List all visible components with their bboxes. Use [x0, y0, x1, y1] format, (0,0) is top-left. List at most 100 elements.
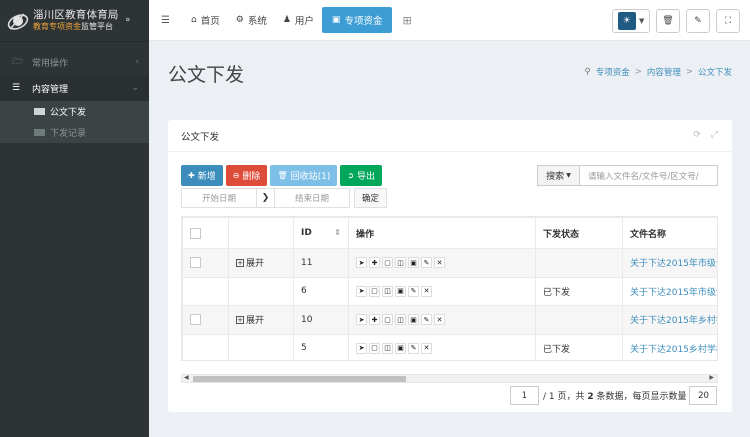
database-icon[interactable]: ◫ [395, 314, 406, 326]
database-icon[interactable]: ◫ [395, 257, 406, 269]
row-expand-cell [228, 276, 294, 306]
table-row: 5 ➤ ▢ ◫ ▣ ✎ ✕ 已下发 关于下达2015乡村学校少年宫 [182, 333, 717, 360]
expand-toggle[interactable]: + 展开 [236, 313, 264, 326]
fullscreen-button[interactable]: ⛶ [716, 9, 740, 33]
row-filename-link[interactable]: 关于下达2015年市级全面改薄 [622, 276, 717, 306]
breadcrumb-link[interactable]: 专项资金 [596, 66, 630, 78]
send-icon[interactable]: ➤ [356, 257, 367, 269]
card-icon[interactable]: ▣ [408, 257, 419, 269]
select-all-checkbox[interactable] [190, 227, 201, 239]
close-icon[interactable]: ✕ [434, 257, 445, 269]
database-icon[interactable]: ◫ [382, 342, 393, 354]
row-filename-link[interactable]: 关于下达2015年市级专项资金 [622, 248, 717, 278]
nav-special-funds[interactable]: ▣ 专项资金 [321, 7, 393, 33]
card-icon[interactable]: ▣ [408, 314, 419, 326]
logo-bar: 淄川区教育体育局 教育专项资金监管平台 ⚬ [0, 0, 149, 42]
date-confirm-button[interactable]: 确定 [354, 188, 387, 208]
breadcrumb-separator: > [634, 67, 642, 77]
expand-toggle[interactable]: + 展开 [236, 256, 264, 269]
search-type-select[interactable]: 搜索 ▼ [537, 165, 580, 186]
button-label: 回收站(1) [290, 172, 331, 182]
edit-icon[interactable]: ✎ [421, 314, 432, 326]
close-icon[interactable]: ✕ [421, 342, 432, 354]
app-subtitle-rest: 监管平台 [81, 21, 113, 31]
breadcrumb-link[interactable]: 内容管理 [647, 66, 681, 78]
sidebar-group-common[interactable]: 🗁 常用操作 ‹ [0, 49, 149, 75]
send-icon[interactable]: ➤ [356, 314, 367, 326]
trash-button[interactable]: 🗑 [656, 9, 680, 33]
export-button[interactable]: ➲ 导出 [340, 165, 383, 186]
nav-label: 专项资金 [344, 16, 383, 27]
pager-text-pre: / 1 页，共 [543, 392, 588, 402]
row-checkbox[interactable] [190, 257, 201, 269]
folder-icon[interactable]: ▢ [369, 342, 380, 354]
edit-icon[interactable]: ✎ [421, 257, 432, 269]
row-filename-link[interactable]: 关于下达2015年乡村学校少年宫 [622, 305, 717, 335]
card-icon[interactable]: ▣ [395, 285, 406, 297]
pager-info: / 1 页，共 2 条数据，每页显示数量 [543, 389, 686, 402]
row-actions: ➤ ✚ ▢ ◫ ▣ ✎ ✕ [348, 305, 536, 335]
sidebar-group-content[interactable]: ☰ 内容管理 ⌄ [0, 75, 149, 101]
close-icon[interactable]: ✕ [421, 285, 432, 297]
nav-system[interactable]: ⚙ 系统 [228, 0, 275, 41]
grid-icon[interactable]: ⊞ [402, 14, 411, 27]
edit-button[interactable]: ✎ [686, 9, 710, 33]
close-icon[interactable]: ✕ [434, 314, 445, 326]
scroll-left-icon[interactable]: ◀ [184, 374, 189, 381]
row-status: 已下发 [535, 276, 623, 306]
toolbar: ✚ 新增 ⊖ 删除 🗑 回收站(1) ➲ 导出 [181, 165, 383, 186]
expand-label: 展开 [246, 316, 265, 327]
header-id[interactable]: ID ⇕ [293, 217, 349, 249]
plus-square-icon: + [236, 258, 244, 267]
end-date-input[interactable]: 结束日期 [274, 188, 350, 208]
sidebar-item-label: 下发记录 [50, 129, 87, 139]
row-filename-link[interactable]: 关于下达2015乡村学校少年宫 [622, 333, 717, 360]
page-number-input[interactable]: 1 [510, 386, 539, 405]
start-date-input[interactable]: 开始日期 [181, 188, 257, 208]
scrollbar-thumb[interactable] [193, 376, 406, 382]
button-label: 导出 [357, 172, 376, 182]
row-id: 11 [293, 248, 349, 278]
send-icon[interactable]: ➤ [356, 285, 367, 297]
scroll-right-icon[interactable]: ▶ [709, 374, 714, 381]
send-icon[interactable]: ➤ [356, 342, 367, 354]
data-table: ID ⇕ 操作 下发状态 文件名称 + 展开 11 ➤ ✚ ▢ ◫ ▣ ✎ ✕ … [182, 217, 717, 360]
date-range: 开始日期 ❯ 结束日期 确定 [181, 188, 387, 208]
drop-icon[interactable]: ⚬ [124, 15, 132, 26]
database-icon[interactable]: ◫ [382, 285, 393, 297]
nav-home[interactable]: ⌂ 首页 [183, 0, 228, 41]
table-icon [34, 108, 45, 115]
nav-user[interactable]: ♟ 用户 [275, 0, 322, 41]
edit-icon[interactable]: ✎ [408, 285, 419, 297]
menu-toggle-icon[interactable]: ☰ [161, 15, 183, 26]
user-menu-button[interactable]: ☀ ▼ [612, 9, 650, 33]
expand-label: 展开 [246, 259, 265, 270]
folder-icon[interactable]: ▢ [382, 257, 393, 269]
delete-button[interactable]: ⊖ 删除 [225, 165, 268, 186]
recycle-bin-button[interactable]: 🗑 回收站(1) [270, 165, 338, 186]
edit-icon[interactable]: ✎ [408, 342, 419, 354]
top-nav: ☰ ⌂ 首页 ⚙ 系统 ♟ 用户 ▣ 专项资金 ⊞ ☀ ▼ 🗑 ✎ ⛶ [149, 0, 750, 41]
card-icon[interactable]: ▣ [395, 342, 406, 354]
page-size-input[interactable]: 20 [689, 386, 718, 405]
header-status: 下发状态 [535, 217, 623, 249]
search-input[interactable]: 请输入文件名/文件号/区文号/ [580, 165, 718, 186]
expand-icon[interactable]: ⤢ [711, 130, 718, 140]
plus-icon[interactable]: ✚ [369, 257, 380, 269]
sidebar-item-issue-record[interactable]: 下发记录 [0, 122, 149, 143]
trash-icon: 🗑 [277, 171, 288, 180]
row-checkbox[interactable] [190, 314, 201, 326]
sidebar-item-doc-issue[interactable]: 公文下发 [0, 101, 149, 122]
fullscreen-icon: ⛶ [724, 16, 732, 26]
folder-icon[interactable]: ▢ [369, 285, 380, 297]
horizontal-scrollbar[interactable]: ◀ ▶ [181, 374, 718, 383]
folder-icon[interactable]: ▢ [382, 314, 393, 326]
breadcrumb-current: 公文下发 [697, 68, 732, 78]
refresh-icon[interactable]: ⟳ [693, 130, 701, 140]
app-subtitle-highlight: 教育专项资金 [33, 21, 81, 31]
add-button[interactable]: ✚ 新增 [181, 165, 223, 186]
row-actions: ➤ ▢ ◫ ▣ ✎ ✕ [348, 276, 536, 306]
plus-icon[interactable]: ✚ [369, 314, 380, 326]
list-icon: ☰ [12, 83, 21, 93]
sidebar-submenu: 公文下发 下发记录 [0, 101, 149, 143]
